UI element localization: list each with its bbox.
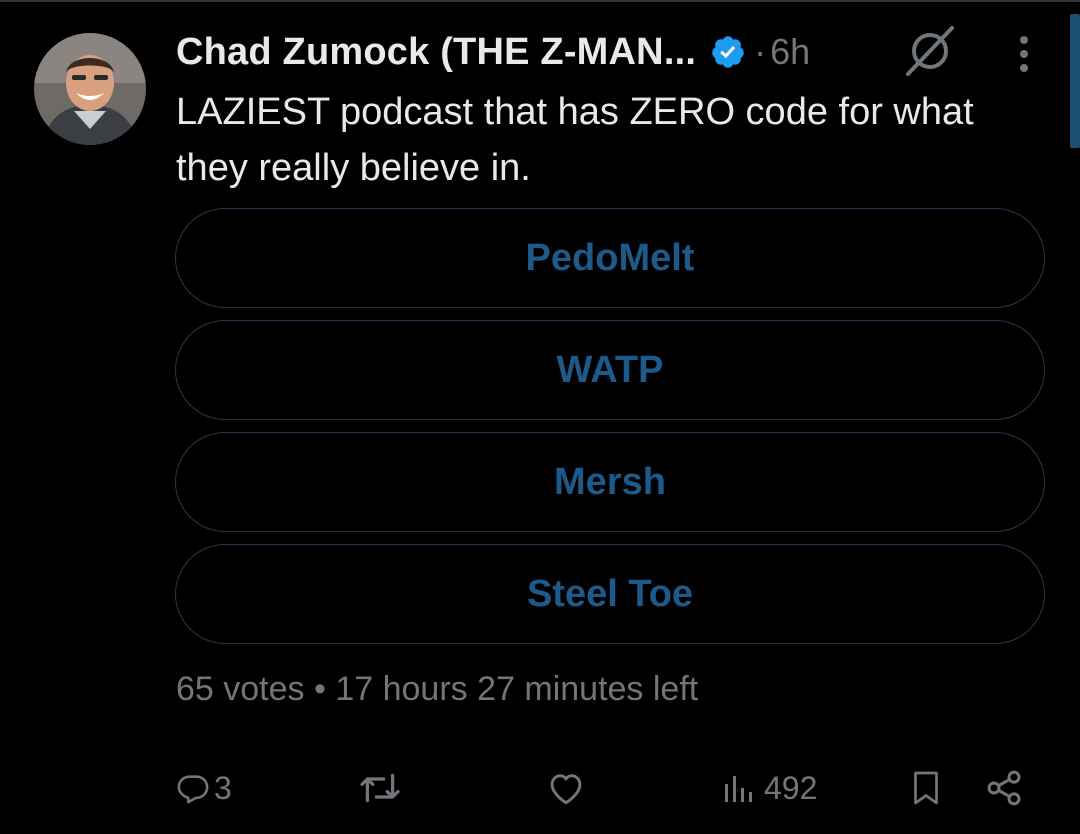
poll-option-mersh[interactable]: Mersh	[175, 432, 1045, 532]
poll-option-pedomelt[interactable]: PedoMelt	[175, 208, 1045, 308]
repost-button[interactable]	[358, 760, 406, 816]
views-chart-icon	[720, 770, 760, 806]
poll-option-steel-toe[interactable]: Steel Toe	[175, 544, 1045, 644]
heart-icon	[546, 770, 586, 806]
grok-icon[interactable]	[902, 24, 958, 76]
more-options-icon[interactable]	[1004, 32, 1044, 76]
poll-meta: 65 votes • 17 hours 27 minutes left	[176, 670, 698, 709]
share-icon	[984, 768, 1024, 808]
bookmark-button[interactable]	[908, 760, 944, 816]
author-name[interactable]: Chad Zumock (THE Z-MAN...	[176, 31, 696, 74]
repost-icon	[358, 770, 402, 806]
timestamp[interactable]: 6h	[770, 31, 810, 73]
poll-meta-separator: •	[313, 670, 326, 708]
poll-vote-count: 65 votes	[176, 670, 305, 708]
bookmark-icon	[908, 768, 944, 808]
like-button[interactable]	[546, 760, 590, 816]
poll-time-left: 17 hours 27 minutes left	[335, 670, 699, 708]
scroll-indicator	[1070, 14, 1080, 148]
top-divider	[0, 0, 1080, 2]
reply-button[interactable]: 3	[176, 760, 232, 816]
poll: PedoMelt WATP Mersh Steel Toe	[175, 208, 1045, 656]
avatar[interactable]	[34, 33, 146, 145]
tweet-text: LAZIEST podcast that has ZERO code for w…	[176, 91, 974, 189]
tweet-header: Chad Zumock (THE Z-MAN... · 6h	[176, 28, 810, 76]
views-button[interactable]: 492	[720, 760, 817, 816]
reply-icon	[176, 771, 210, 805]
views-count: 492	[764, 769, 818, 806]
share-button[interactable]	[984, 760, 1024, 816]
verified-badge-icon	[710, 34, 746, 70]
reply-count: 3	[214, 769, 232, 806]
header-separator: ·	[754, 31, 767, 72]
action-bar: 3 492	[0, 760, 1080, 816]
poll-option-watp[interactable]: WATP	[175, 320, 1045, 420]
